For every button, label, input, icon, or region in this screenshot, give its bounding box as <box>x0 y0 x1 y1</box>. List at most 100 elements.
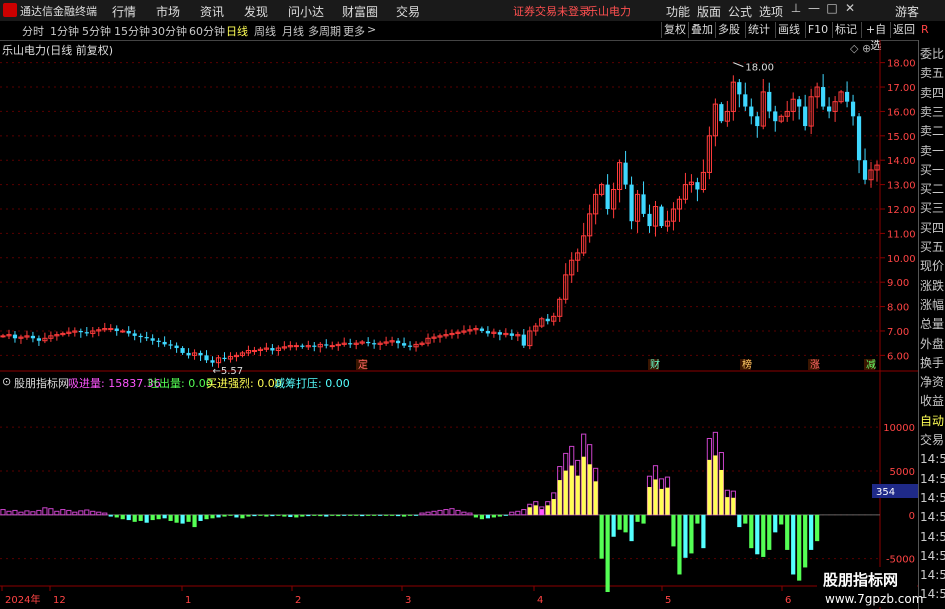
draw-button[interactable]: 画线 <box>775 22 802 38</box>
tab-15min[interactable]: 15分钟 <box>114 23 150 39</box>
indicator-bar-outline <box>42 507 48 516</box>
indicator-bar <box>653 479 658 515</box>
price-tick-label: 8.00 <box>887 303 909 314</box>
mark-button[interactable]: 标记 <box>832 22 859 38</box>
high-marker <box>733 62 744 68</box>
tab-more[interactable]: 更多 <box>343 23 365 39</box>
maximize-icon[interactable]: □ <box>824 1 840 17</box>
indicator-bar <box>701 514 706 549</box>
candle-body <box>168 344 173 346</box>
menu-item-market[interactable]: 市场 <box>156 3 180 20</box>
menu-item-quotes[interactable]: 行情 <box>112 3 136 20</box>
menu-item-trade[interactable]: 交易 <box>396 3 420 20</box>
quote-panel-item[interactable]: 14:56 <box>920 527 945 547</box>
price-tick-label: 13.00 <box>887 181 916 192</box>
candle-body <box>629 184 634 222</box>
tab-30min[interactable]: 30分钟 <box>151 23 187 39</box>
tab-multi-period[interactable]: 多周期 <box>308 23 341 39</box>
candle-body <box>844 91 850 102</box>
menu-item-news[interactable]: 资讯 <box>200 3 224 20</box>
price-tick-label: 12.00 <box>887 205 916 216</box>
chart-title: 乐山电力(日线 前复权) <box>2 44 114 57</box>
multi-stock-button[interactable]: 多股 <box>715 22 742 38</box>
candle-body <box>647 213 652 227</box>
indicator-bar <box>551 499 556 515</box>
indicator-bar <box>593 481 598 515</box>
indicator-bar <box>348 514 353 516</box>
chart-area[interactable]: 6.00 7.00 8.00 9.00 10.00 11.00 12.00 13.00 14.0… <box>0 40 918 609</box>
chart-options-icon[interactable]: ◇ ⊕ <box>850 42 871 55</box>
indicator-bar <box>629 514 634 542</box>
quote-panel-item[interactable]: 14:56 <box>920 584 945 604</box>
close-icon[interactable]: ✕ <box>842 1 858 17</box>
indicator-bar <box>228 514 233 516</box>
login-warning[interactable]: 证券交易未登录 <box>513 3 590 19</box>
r-badge[interactable]: R <box>921 23 929 36</box>
quote-panel-item: 总量 <box>920 317 945 332</box>
indicator-bar <box>288 514 293 518</box>
indicator-bar <box>563 470 568 515</box>
indicator-bar <box>803 514 808 568</box>
price-tick-label: 10.00 <box>887 254 916 265</box>
candle-body <box>659 206 664 227</box>
candle-body <box>856 116 862 161</box>
menu-item-options[interactable]: 选项 <box>759 3 783 20</box>
indicator-bar <box>539 509 544 515</box>
tab-weekly[interactable]: 周线 <box>254 23 276 39</box>
add-watchlist-button[interactable]: +自选 <box>861 22 890 52</box>
menu-item-function[interactable]: 功能 <box>666 3 690 20</box>
price-tick-label: 14.00 <box>887 156 916 167</box>
menu-item-formula[interactable]: 公式 <box>728 3 752 20</box>
price-tick-label: 7.00 <box>887 327 909 338</box>
indicator-bar <box>527 507 532 515</box>
indicator-name[interactable]: 股朋指标网 <box>14 375 69 391</box>
quote-panel-item[interactable]: 14:56 <box>920 507 945 527</box>
indicator-absorb: 吸进量: 15837.36 <box>68 377 161 390</box>
menu-item-layout[interactable]: 版面 <box>697 3 721 20</box>
indicator-settings-icon[interactable]: ⊙ <box>2 375 11 388</box>
menu-item-discover[interactable]: 发现 <box>244 3 268 20</box>
indicator-bar <box>126 514 131 521</box>
back-button[interactable]: 返回 <box>890 22 917 38</box>
indicator-bar <box>503 514 508 516</box>
adjust-button[interactable]: 复权 <box>661 22 688 38</box>
tab-monthly[interactable]: 月线 <box>282 23 304 39</box>
more-chevron-icon[interactable]: > <box>367 23 376 36</box>
f10-button[interactable]: F10 <box>805 22 830 38</box>
indicator-bar <box>785 514 790 550</box>
quote-panel-item[interactable]: 14:56 <box>920 469 945 489</box>
tab-1min[interactable]: 1分钟 <box>50 23 79 39</box>
indicator-bar <box>407 514 413 516</box>
overlay-button[interactable]: 叠加 <box>688 22 715 38</box>
top-stock-name: 乐山电力 <box>587 5 631 18</box>
quote-panel-item[interactable]: 交易 <box>920 430 945 450</box>
quote-panel-item[interactable]: 14:56 <box>920 565 945 585</box>
indicator-bar <box>318 514 323 517</box>
minimize-to-tray-icon[interactable]: ⊥ <box>788 1 804 17</box>
tab-daily[interactable]: 日线 <box>226 23 248 39</box>
guest-label[interactable]: 游客 <box>895 3 919 20</box>
quote-panel-item[interactable]: 自动 <box>920 411 945 431</box>
minimize-icon[interactable]: — <box>806 1 822 17</box>
indicator-bar <box>150 514 155 521</box>
quote-panel-item: 外盘 <box>920 336 945 351</box>
quote-panel-item[interactable]: 14:56 <box>920 488 945 508</box>
quote-panel-item[interactable]: 14:56 <box>920 449 945 469</box>
tab-intraday[interactable]: 分时 <box>22 23 44 39</box>
stats-button[interactable]: 统计 <box>745 22 772 38</box>
candle-body <box>162 341 167 345</box>
indicator-bar-outline <box>48 508 54 516</box>
indicator-bar-outline <box>30 511 36 516</box>
x-tick-label: 2 <box>295 595 301 606</box>
tab-60min[interactable]: 60分钟 <box>189 23 225 39</box>
indicator-bar <box>294 514 299 518</box>
indicator-bar <box>413 514 419 516</box>
menu-item-wealth[interactable]: 财富圈 <box>342 3 378 20</box>
tab-5min[interactable]: 5分钟 <box>82 23 111 39</box>
event-label: 财 <box>650 358 660 371</box>
quote-panel-item[interactable]: 14:56 <box>920 546 945 566</box>
x-tick-label: 2024年 <box>5 593 40 606</box>
indicator-bar <box>623 514 628 533</box>
indicator-bar <box>797 514 802 581</box>
menu-item-ask[interactable]: 问小达 <box>288 3 324 20</box>
